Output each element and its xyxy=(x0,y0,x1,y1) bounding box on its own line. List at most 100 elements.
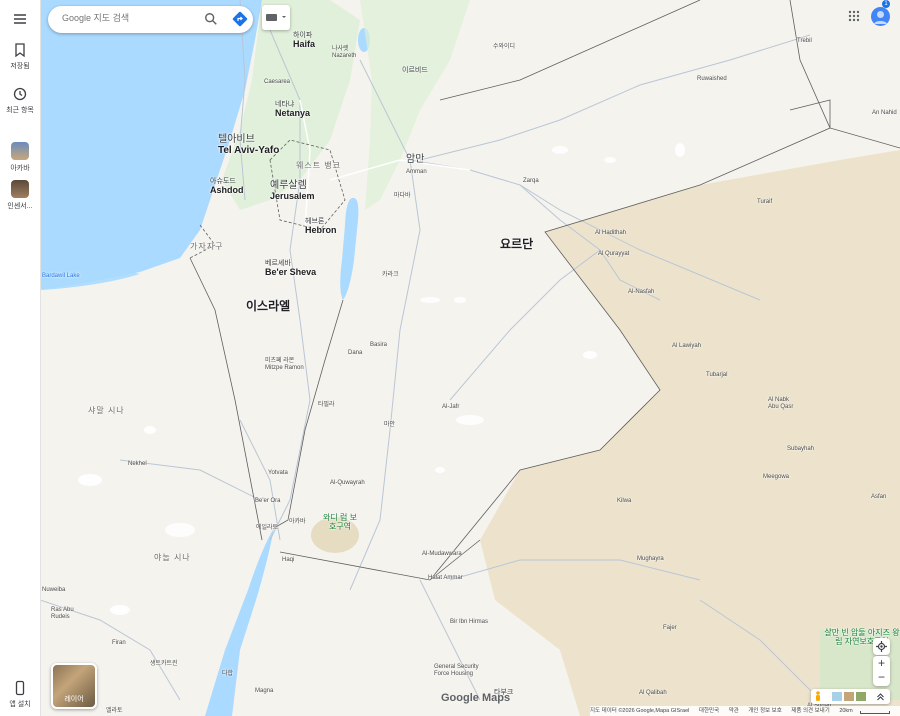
pegman-icon[interactable] xyxy=(814,691,822,702)
country-label: 이스라엘 xyxy=(246,299,291,313)
city-label: Mughayra xyxy=(637,556,664,562)
city-label: Haqi xyxy=(282,557,295,563)
feedback-link[interactable]: 제품 의견 보내기 xyxy=(791,708,829,714)
saved-button[interactable]: 저장됨 xyxy=(0,42,40,71)
city-label: Tubarjal xyxy=(706,372,728,378)
saved-label: 저장됨 xyxy=(10,63,30,70)
recent-place-aqaba[interactable]: 아카바 xyxy=(0,142,40,173)
city-label: 에일라트 xyxy=(256,525,279,531)
city-label: 카라크 xyxy=(382,272,399,278)
location-icon xyxy=(876,641,887,652)
phone-icon xyxy=(15,680,25,696)
city-label: Fajer xyxy=(663,625,677,631)
city-label: Trebil xyxy=(797,38,812,44)
recent-place-incense[interactable]: 인센서... xyxy=(0,180,40,211)
attribution-bar: 지도 데이터 ©2026 Google,Mapa GISrael 대한민국 약관… xyxy=(590,706,900,716)
city-label: Al Qurayyat xyxy=(598,251,630,257)
city-label: 다합 xyxy=(222,671,234,677)
city-label: 하이파 Haifa xyxy=(293,32,316,49)
city-label: Turaif xyxy=(757,199,773,205)
search-icon[interactable] xyxy=(204,12,218,26)
menu-button[interactable] xyxy=(0,11,40,30)
city-label: 엘라토 xyxy=(106,708,123,714)
city-label: Zarqa xyxy=(523,178,539,184)
city-label: 생트카트린 xyxy=(150,661,178,667)
privacy-link[interactable]: 개인 정보 보호 xyxy=(748,708,781,714)
city-label: An Nahid xyxy=(872,110,897,116)
install-app-button[interactable]: 앱 설치 xyxy=(0,680,40,709)
country-label: 요르단 xyxy=(500,237,534,251)
city-label: Al Lawiyah xyxy=(672,343,702,349)
map-type-thumb[interactable] xyxy=(856,692,866,701)
city-label: 수와이디 xyxy=(493,44,516,50)
city-label: Al-Jafr xyxy=(442,404,460,410)
city-label: 헤브론 Hebron xyxy=(305,218,337,235)
city-label: 타필라 xyxy=(318,402,335,408)
region-label: 가자지구 xyxy=(190,242,224,251)
city-label: Firan xyxy=(112,640,126,646)
recent-label: 최근 항목 xyxy=(6,107,34,114)
city-label: General Security Force Housing xyxy=(434,664,479,677)
terms-link[interactable]: 약관 xyxy=(729,708,739,714)
search-input[interactable] xyxy=(60,12,194,24)
directions-icon[interactable] xyxy=(232,11,248,27)
city-label: 나사렛 Nazareth xyxy=(332,46,357,59)
city-label: Basira xyxy=(370,342,388,348)
city-label: Bir Ibn Hirmas xyxy=(450,619,489,625)
scale-label[interactable]: 20km xyxy=(839,708,852,714)
city-label: Al Hadithah xyxy=(595,230,627,236)
city-label: Magna xyxy=(255,688,274,694)
city-label: Nuweiba xyxy=(42,587,66,593)
left-rail: 저장됨 최근 항목 아카바 인센서... 앱 설치 xyxy=(0,0,41,716)
city-label: 텔아비브 Tel Aviv-Yafo xyxy=(218,134,280,156)
city-label: Kilwa xyxy=(617,498,632,504)
recent-button[interactable]: 최근 항목 xyxy=(0,86,40,115)
city-label: 암만 Amman xyxy=(406,154,427,175)
scale-bar xyxy=(860,711,890,714)
country-link[interactable]: 대한민국 xyxy=(699,708,719,714)
map-type-thumb[interactable] xyxy=(832,692,842,701)
city-label: Al-Quwayrah xyxy=(330,480,365,486)
city-label: Asfan xyxy=(871,494,887,500)
map-canvas[interactable] xyxy=(40,0,900,716)
search-box xyxy=(48,6,253,33)
water-label: Bardawil Lake xyxy=(42,273,80,279)
user-icon xyxy=(874,11,887,24)
my-location-button[interactable] xyxy=(873,638,890,655)
map-type-thumb[interactable] xyxy=(844,692,854,701)
place-thumbnail xyxy=(11,142,29,160)
account-avatar[interactable] xyxy=(871,7,890,26)
copyright-text: 지도 데이터 ©2026 Google,Mapa GISrael xyxy=(590,708,690,714)
city-label: Ruwaished xyxy=(697,76,727,82)
city-label: Subayhah xyxy=(787,446,815,452)
layers-label: 레이어 xyxy=(64,696,84,703)
park-label: 와디 럼 보호구역 xyxy=(323,513,357,531)
city-label: Halat Ammar xyxy=(428,575,463,581)
keyboard-icon xyxy=(266,14,286,21)
city-label: Yotvata xyxy=(268,470,288,476)
menu-icon xyxy=(14,14,26,24)
city-label: 미츠페 라몬 Mitzpe Ramon xyxy=(265,358,304,371)
expand-icon[interactable] xyxy=(876,692,885,701)
zoom-in-button[interactable]: + xyxy=(873,656,890,671)
city-label: Meegowa xyxy=(763,474,790,480)
notification-badge: 1 xyxy=(882,0,890,8)
input-tools-button[interactable] xyxy=(262,5,290,30)
city-label: 마다바 xyxy=(394,193,411,199)
city-label: Nekhel xyxy=(128,461,147,467)
map-type-strip xyxy=(811,689,890,704)
city-label: 베르셰바 Be'er Sheva xyxy=(265,260,317,277)
region-label: 야눕 시나 xyxy=(154,553,191,562)
city-label: Al Qalibah xyxy=(639,690,667,696)
city-label: 예루살렘 Jerusalem xyxy=(270,180,315,201)
zoom-controls: + − xyxy=(873,656,890,686)
place-thumbnail xyxy=(11,180,29,198)
city-label: 마안 xyxy=(384,422,396,428)
history-icon xyxy=(13,87,27,101)
zoom-out-button[interactable]: − xyxy=(873,671,890,686)
layers-button[interactable]: 레이어 xyxy=(51,663,97,709)
city-label: 네타냐 Netanya xyxy=(275,101,311,118)
apps-grid-icon[interactable] xyxy=(848,10,860,22)
region-label: 웨스트 뱅크 xyxy=(296,161,342,170)
city-label: Caesarea xyxy=(264,79,291,85)
